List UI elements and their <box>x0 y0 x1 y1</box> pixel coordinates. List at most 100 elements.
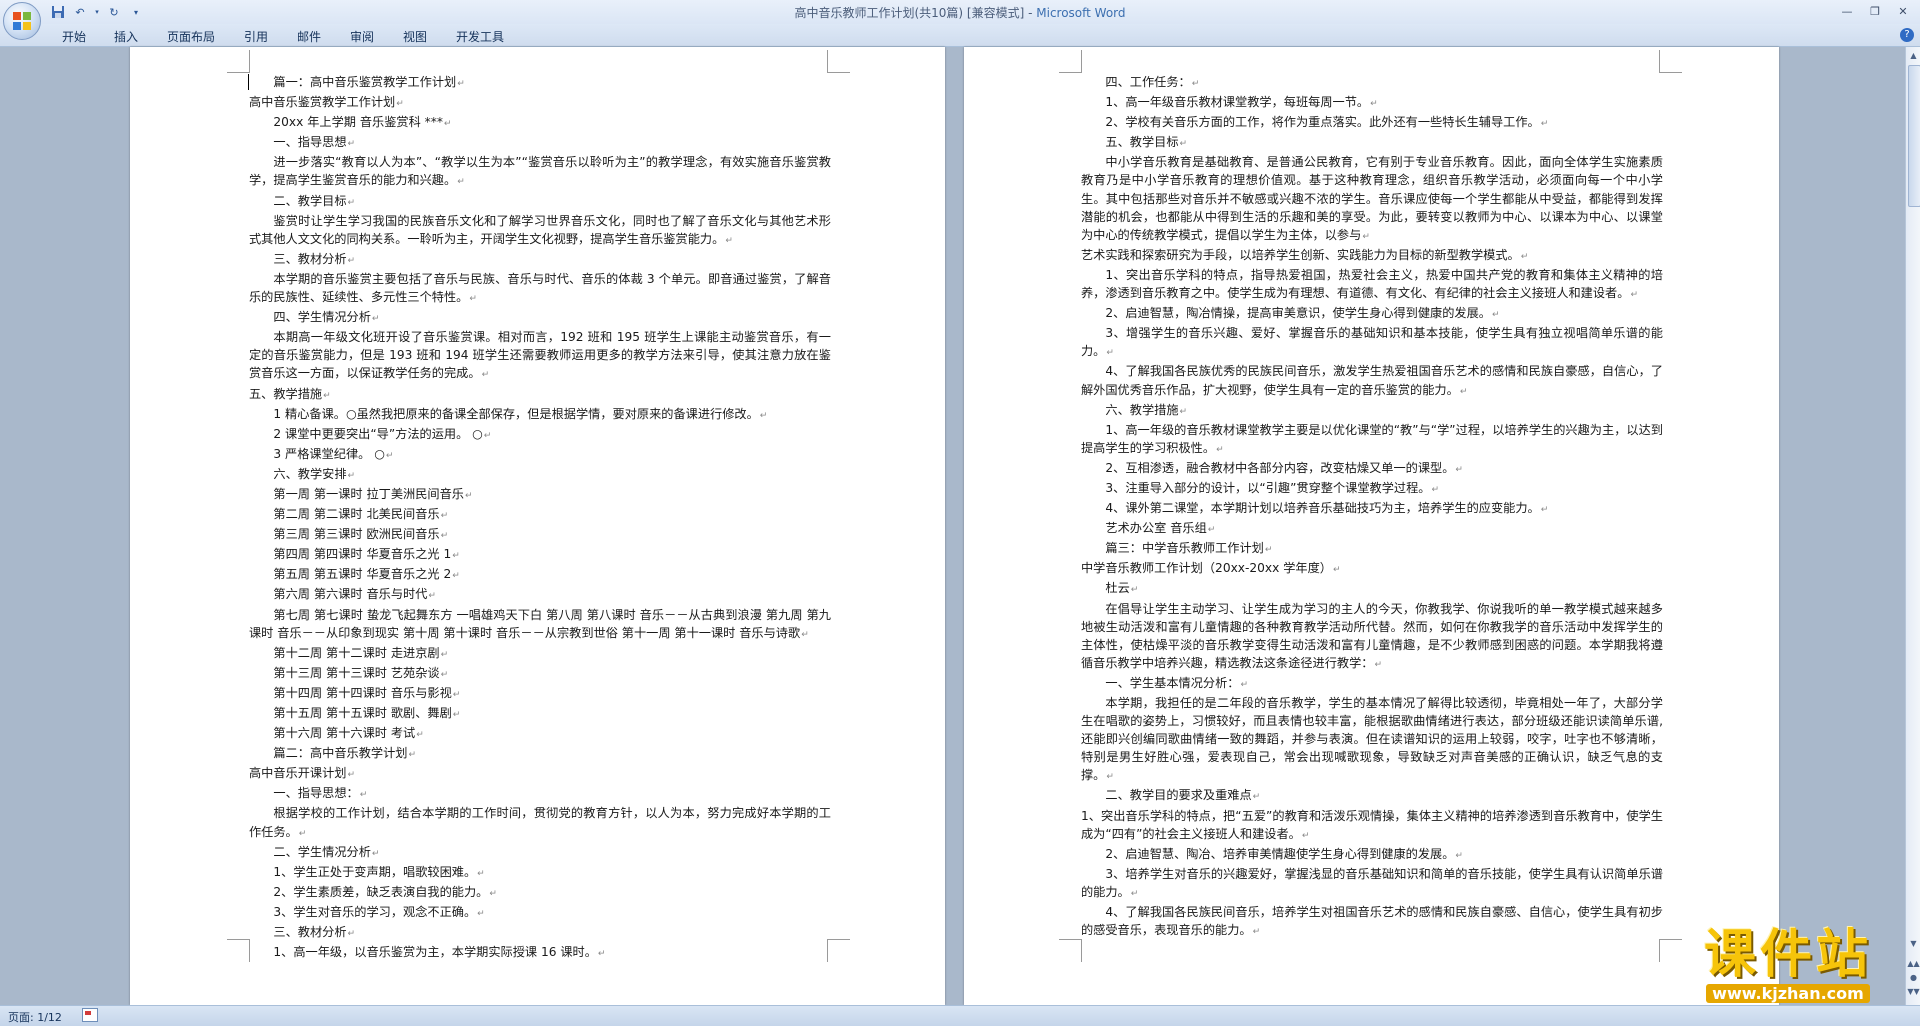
paragraph[interactable]: 1、高一年级的音乐教材课堂教学主要是以优化课堂的“教”与“学”过程，以培养学生的… <box>1081 421 1663 459</box>
paragraph[interactable]: 第十六周 第十六课时 考试 <box>249 724 831 744</box>
paragraph[interactable]: 根据学校的工作计划，结合本学期的工作时间，贯彻党的教育方针，以人为本，努力完成好… <box>249 804 831 842</box>
watermark-logo: 课件站 www.kjzhan.com <box>1668 926 1908 1003</box>
paragraph[interactable]: 4、了解我国各民族优秀的民族民间音乐，激发学生热爱祖国音乐艺术的感情和民族自豪感… <box>1081 362 1663 400</box>
paragraph[interactable]: 艺术办公室 音乐组 <box>1081 519 1663 539</box>
paragraph[interactable]: 2、互相渗透，融合教材中各部分内容，改变枯燥又单一的课型。 <box>1081 459 1663 479</box>
close-icon[interactable]: ✕ <box>1890 2 1916 20</box>
paragraph[interactable]: 艺术实践和探索研究为手段，以培养学生创新、实践能力为目标的新型教学模式。 <box>1081 246 1663 266</box>
paragraph[interactable]: 第十四周 第十四课时 音乐与影视 <box>249 684 831 704</box>
paragraph[interactable]: 一、指导思想： <box>249 784 831 804</box>
paragraph[interactable]: 高中音乐开课计划 <box>249 764 831 784</box>
paragraph[interactable]: 1、突出音乐学科的特点，把“五爱”的教育和活泼乐观情操，集体主义精神的培养渗透到… <box>1081 807 1663 845</box>
crop-mark <box>827 50 850 73</box>
paragraph[interactable]: 本学期，我担任的是二年段的音乐教学，学生的基本情况了解得比较透彻，毕竟相处一年了… <box>1081 694 1663 786</box>
office-button[interactable] <box>3 2 41 40</box>
paragraph[interactable]: 五、教学目标 <box>1081 133 1663 153</box>
paragraph[interactable]: 三、教材分析 <box>249 923 831 943</box>
paragraph[interactable]: 本期高一年级文化班开设了音乐鉴赏课。相对而言，192 班和 195 班学生上课能… <box>249 328 831 384</box>
ribbon-tab-bar: 开始 插入 页面布局 引用 邮件 审阅 视图 开发工具 ? <box>0 24 1920 47</box>
paragraph[interactable]: 2、学生素质差，缺乏表演自我的能力。 <box>249 883 831 903</box>
paragraph[interactable]: 2、启迪智慧，陶冶情操，提高审美意识，使学生身心得到健康的发展。 <box>1081 304 1663 324</box>
paragraph[interactable]: 1、突出音乐学科的特点，指导热爱祖国，热爱社会主义，热爱中国共产党的教育和集体主… <box>1081 266 1663 304</box>
paragraph[interactable]: 2、启迪智慧、陶冶、培养审美情趣使学生身心得到健康的发展。 <box>1081 845 1663 865</box>
minimize-icon[interactable]: — <box>1834 2 1860 20</box>
paragraph[interactable]: 第十二周 第十二课时 走进京剧 <box>249 644 831 664</box>
paragraph[interactable]: 进一步落实“教育以人为本”、“教学以生为本”“鉴赏音乐以聆听为主”的教学理念，有… <box>249 153 831 191</box>
paragraph[interactable]: 3、注重导入部分的设计，以“引趣”贯穿整个课堂教学过程。 <box>1081 479 1663 499</box>
previous-page-icon[interactable]: ▲▲ <box>1907 957 1920 971</box>
tab-insert[interactable]: 插入 <box>110 28 142 45</box>
paragraph[interactable]: 中小学音乐教育是基础教育、是普通公民教育，它有别于专业音乐教育。因此，面向全体学… <box>1081 153 1663 245</box>
language-icon[interactable] <box>82 1008 98 1022</box>
paragraph[interactable]: 六、教学措施 <box>1081 401 1663 421</box>
page-counter[interactable]: 页面: 1/12 <box>8 1009 62 1025</box>
crop-mark <box>227 50 250 73</box>
title-bar: ↶ ▾ ↻ ▾ 高中音乐教师工作计划(共10篇) [兼容模式] - Micros… <box>0 0 1920 40</box>
paragraph[interactable]: 二、教学目的要求及重难点 <box>1081 786 1663 806</box>
paragraph[interactable]: 五、教学措施 <box>249 385 831 405</box>
scroll-up-icon[interactable]: ▲ <box>1907 49 1920 63</box>
paragraph[interactable]: 三、教材分析 <box>249 250 831 270</box>
paragraph[interactable]: 3、培养学生对音乐的兴趣爱好，掌握浅显的音乐基础知识和简单的音乐技能，使学生具有… <box>1081 865 1663 903</box>
paragraph[interactable]: 一、学生基本情况分析： <box>1081 674 1663 694</box>
vertical-scrollbar[interactable]: ▲ ▼ ▲▲ ● ▼▼ <box>1905 47 1920 1005</box>
tab-developer[interactable]: 开发工具 <box>452 28 508 45</box>
paragraph[interactable]: 2、学校有关音乐方面的工作，将作为重点落实。此外还有一些特长生辅导工作。 <box>1081 113 1663 133</box>
paragraph[interactable]: 第二周 第二课时 北美民间音乐 <box>249 505 831 525</box>
tab-page-layout[interactable]: 页面布局 <box>163 28 219 45</box>
paragraph[interactable]: 1 精心备课。○虽然我把原来的备课全部保存，但是根据学情，要对原来的备课进行修改… <box>249 405 831 425</box>
help-icon[interactable]: ? <box>1900 28 1914 42</box>
paragraph[interactable]: 四、工作任务： <box>1081 73 1663 93</box>
paragraph[interactable]: 4、课外第二课堂，本学期计划以培养音乐基础技巧为主，培养学生的应变能力。 <box>1081 499 1663 519</box>
tab-home[interactable]: 开始 <box>58 28 90 45</box>
paragraph[interactable]: 四、学生情况分析 <box>249 308 831 328</box>
paragraph[interactable]: 杜云 <box>1081 579 1663 599</box>
paragraph[interactable]: 第十三周 第十三课时 艺苑杂谈 <box>249 664 831 684</box>
paragraph[interactable]: 高中音乐鉴赏教学工作计划 <box>249 93 831 113</box>
paragraph[interactable]: 20xx 年上学期 音乐鉴赏科 *** <box>249 113 831 133</box>
next-page-icon[interactable]: ▼▼ <box>1907 985 1920 999</box>
tab-mailings[interactable]: 邮件 <box>293 28 325 45</box>
paragraph[interactable]: 第五周 第五课时 华夏音乐之光 2 <box>249 565 831 585</box>
paragraph[interactable]: 鉴赏时让学生学习我国的民族音乐文化和了解学习世界音乐文化，同时也了解了音乐文化与… <box>249 212 831 250</box>
document-title: 高中音乐教师工作计划(共10篇) [兼容模式] - <box>794 6 1037 20</box>
scroll-down-icon[interactable]: ▼ <box>1907 937 1920 951</box>
paragraph[interactable]: 第六周 第六课时 音乐与时代 <box>249 585 831 605</box>
select-browse-object-icon[interactable]: ● <box>1907 971 1920 985</box>
window-controls: — ❐ ✕ <box>1834 2 1916 20</box>
tab-review[interactable]: 审阅 <box>346 28 378 45</box>
paragraph[interactable]: 1、高一年级，以音乐鉴赏为主，本学期实际授课 16 课时。 <box>249 943 831 963</box>
paragraph[interactable]: 中学音乐教师工作计划（20xx-20xx 学年度） <box>1081 559 1663 579</box>
scroll-thumb[interactable] <box>1908 65 1920 207</box>
paragraph[interactable]: 篇三：中学音乐教师工作计划 <box>1081 539 1663 559</box>
paragraph[interactable]: 第三周 第三课时 欧洲民间音乐 <box>249 525 831 545</box>
tab-view[interactable]: 视图 <box>399 28 431 45</box>
paragraph[interactable]: 第七周 第七课时 蛰龙飞起舞东方 一唱雄鸡天下白 第八周 第八课时 音乐－－从古… <box>249 606 831 644</box>
app-name: Microsoft Word <box>1036 6 1126 20</box>
paragraph[interactable]: 第十五周 第十五课时 歌剧、舞剧 <box>249 704 831 724</box>
maximize-icon[interactable]: ❐ <box>1862 2 1888 20</box>
paragraph[interactable]: 第一周 第一课时 拉丁美洲民间音乐 <box>249 485 831 505</box>
tab-references[interactable]: 引用 <box>240 28 272 45</box>
paragraph[interactable]: 3、增强学生的音乐兴趣、爱好、掌握音乐的基础知识和基本技能，使学生具有独立视唱简… <box>1081 324 1663 362</box>
paragraph[interactable]: 本学期的音乐鉴赏主要包括了音乐与民族、音乐与时代、音乐的体裁 3 个单元。即音通… <box>249 270 831 308</box>
paragraph[interactable]: 一、指导思想 <box>249 133 831 153</box>
paragraph[interactable]: 六、教学安排 <box>249 465 831 485</box>
page-1-text[interactable]: 篇一：高中音乐鉴赏教学工作计划高中音乐鉴赏教学工作计划20xx 年上学期 音乐鉴… <box>249 73 831 963</box>
crop-mark <box>227 939 250 962</box>
paragraph[interactable]: 篇二：高中音乐教学计划 <box>249 744 831 764</box>
paragraph[interactable]: 3 严格课堂纪律。 ○ <box>249 445 831 465</box>
paragraph[interactable]: 第四周 第四课时 华夏音乐之光 1 <box>249 545 831 565</box>
paragraph[interactable]: 1、高一年级音乐教材课堂教学，每班每周一节。 <box>1081 93 1663 113</box>
paragraph[interactable]: 4、了解我国各民族民间音乐，培养学生对祖国音乐艺术的感情和民族自豪感、自信心，使… <box>1081 903 1663 941</box>
paragraph[interactable]: 3、学生对音乐的学习，观念不正确。 <box>249 903 831 923</box>
paragraph[interactable]: 在倡导让学生主动学习、让学生成为学习的主人的今天，你教我学、你说我听的单一教学模… <box>1081 600 1663 674</box>
paragraph[interactable]: 二、教学目标 <box>249 192 831 212</box>
page-2-text[interactable]: 四、工作任务：1、高一年级音乐教材课堂教学，每班每周一节。2、学校有关音乐方面的… <box>1081 73 1663 941</box>
paragraph[interactable]: 篇一：高中音乐鉴赏教学工作计划 <box>249 73 831 93</box>
document-page-2[interactable]: 四、工作任务：1、高一年级音乐教材课堂教学，每班每周一节。2、学校有关音乐方面的… <box>964 47 1779 1005</box>
paragraph[interactable]: 二、学生情况分析 <box>249 843 831 863</box>
paragraph[interactable]: 1、学生正处于变声期，唱歌较困难。 <box>249 863 831 883</box>
paragraph[interactable]: 2 课堂中更要突出“导”方法的运用。 ○ <box>249 425 831 445</box>
document-page-1[interactable]: 篇一：高中音乐鉴赏教学工作计划高中音乐鉴赏教学工作计划20xx 年上学期 音乐鉴… <box>130 47 945 1005</box>
